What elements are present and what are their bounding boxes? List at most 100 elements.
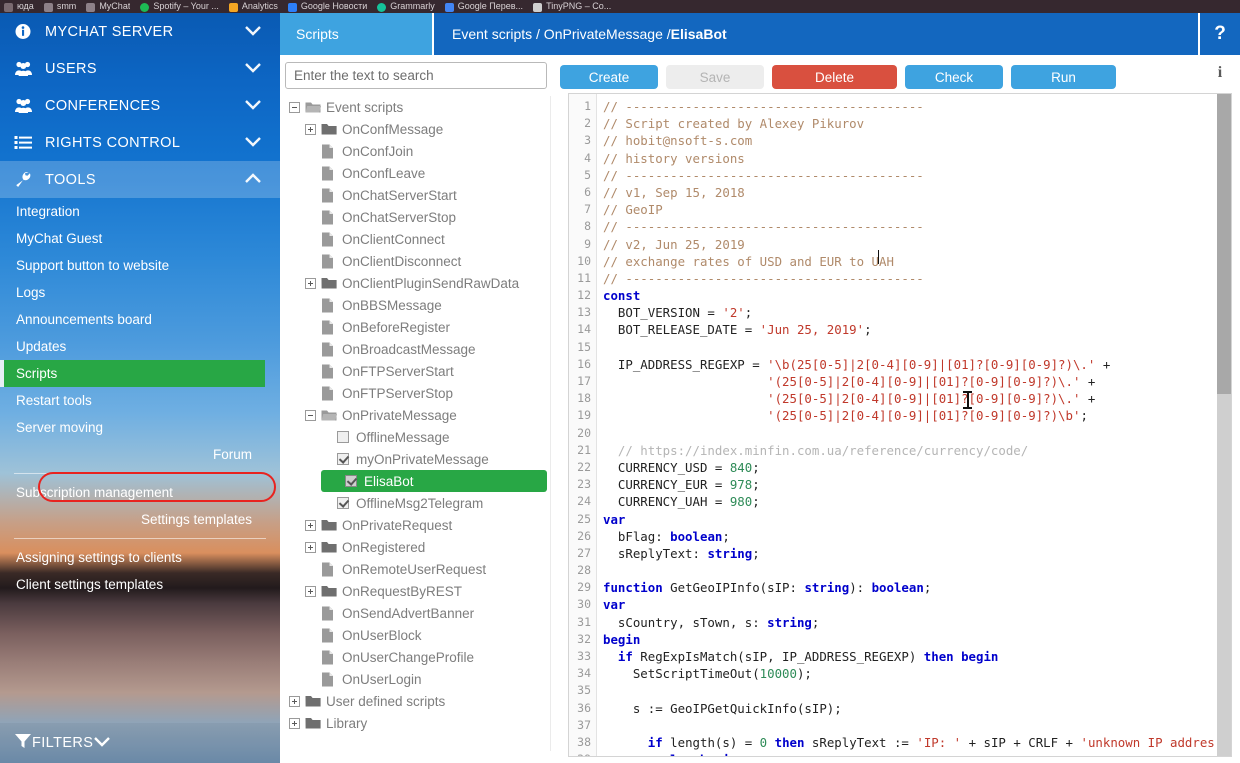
chevron-down-icon[interactable] <box>244 61 262 77</box>
tree-item-selected[interactable]: ElisaBot <box>321 470 547 492</box>
editor-scrollbar-thumb[interactable] <box>1217 94 1231 394</box>
tree-item[interactable]: Library <box>285 712 547 734</box>
help-button[interactable]: ? <box>1198 13 1240 55</box>
tree-item[interactable]: OnClientPluginSendRawData <box>285 272 547 294</box>
line-number: 31 <box>577 614 591 629</box>
tree-item[interactable]: OnRegistered <box>285 536 547 558</box>
script-tree[interactable]: Event scripts OnConfMessage OnConfJoin OnCo… <box>285 96 547 751</box>
sidebar-item-mychat-server[interactable]: MYCHAT SERVER <box>0 13 280 50</box>
tree-item[interactable]: OnConfLeave <box>285 162 547 184</box>
sidebar-subitem-restart-tools[interactable]: Restart tools <box>0 387 280 414</box>
tree-item[interactable]: OnRemoteUserRequest <box>285 558 547 580</box>
tree-item[interactable]: OnConfMessage <box>285 118 547 140</box>
browser-tab[interactable]: Spotify – Your ... <box>136 0 225 13</box>
tree-item[interactable]: OnClientConnect <box>285 228 547 250</box>
expand-icon[interactable] <box>305 541 316 553</box>
collapse-icon[interactable] <box>305 409 316 421</box>
search-input[interactable]: Enter the text to search <box>285 62 547 89</box>
tree-item[interactable]: myOnPrivateMessage <box>285 448 547 470</box>
browser-tab[interactable]: Google Новости <box>284 0 373 13</box>
sidebar-item-label: MYCHAT SERVER <box>45 23 174 40</box>
sidebar-subitem-integration[interactable]: Integration <box>0 198 280 225</box>
tree-item[interactable]: OnClientDisconnect <box>285 250 547 272</box>
sidebar-subitem-server-moving[interactable]: Server moving <box>0 414 280 441</box>
browser-tab[interactable]: smm <box>40 0 83 13</box>
sidebar-subitem-support-button-to-website[interactable]: Support button to website <box>0 252 280 279</box>
tree-item[interactable]: OnChatServerStart <box>285 184 547 206</box>
browser-tab-strip: юда smm MyChat Spotify – Your ... Analytics G… <box>0 0 1240 13</box>
chevron-down-icon[interactable] <box>244 24 262 40</box>
chevron-down-icon[interactable] <box>244 98 262 114</box>
expand-icon[interactable] <box>289 717 300 729</box>
browser-tab[interactable]: юда <box>0 0 40 13</box>
tree-item[interactable]: OfflineMessage <box>285 426 547 448</box>
run-button[interactable]: Run <box>1011 65 1116 89</box>
sidebar-subitem-announcements-board[interactable]: Announcements board <box>0 306 280 333</box>
sidebar-subitem-settings-templates[interactable]: Settings templates <box>0 506 280 533</box>
sidebar-item-conferences[interactable]: CONFERENCES <box>0 87 280 124</box>
collapse-icon[interactable] <box>289 101 300 113</box>
chevron-up-icon[interactable] <box>244 172 262 188</box>
sidebar-subitem-updates[interactable]: Updates <box>0 333 280 360</box>
chevron-down-icon[interactable] <box>244 135 262 151</box>
tree-item[interactable]: OnChatServerStop <box>285 206 547 228</box>
tree-item[interactable]: OnUserBlock <box>285 624 547 646</box>
code-line: const <box>603 287 1231 304</box>
tree-item[interactable]: OnSendAdvertBanner <box>285 602 547 624</box>
tree-item[interactable]: OnConfJoin <box>285 140 547 162</box>
sidebar-subitem-scripts[interactable]: Scripts <box>0 360 265 387</box>
sidebar-item-filters[interactable]: FILTERS <box>0 723 280 763</box>
checkbox-unchecked-icon[interactable] <box>337 431 349 443</box>
code-editor[interactable]: 1 2 3 4 5 6 7 8 9 10 11 12 13 14 15 16 17 18 19 20 21 22 23 24 2… <box>568 93 1232 757</box>
sidebar-subitem-mychat-guest[interactable]: MyChat Guest <box>0 225 280 252</box>
check-button[interactable]: Check <box>905 65 1003 89</box>
browser-tab[interactable]: Grammarly <box>373 0 441 13</box>
tree-item[interactable]: OnUserChangeProfile <box>285 646 547 668</box>
tree-item[interactable]: Event scripts <box>285 96 547 118</box>
browser-tab[interactable]: Google Перев... <box>441 0 529 13</box>
tree-item[interactable]: OnRequestByREST <box>285 580 547 602</box>
tree-item[interactable]: OnFTPServerStart <box>285 360 547 382</box>
sidebar-subitem-logs[interactable]: Logs <box>0 279 280 306</box>
tree-item[interactable]: OnBroadcastMessage <box>285 338 547 360</box>
tree-item[interactable]: OnPrivateRequest <box>285 514 547 536</box>
tree-item[interactable]: OnPrivateMessage <box>285 404 547 426</box>
tree-item[interactable]: OnUserLogin <box>285 668 547 690</box>
create-button[interactable]: Create <box>560 65 658 89</box>
tree-item[interactable]: User defined scripts <box>285 690 547 712</box>
file-icon <box>321 188 336 203</box>
sidebar-subitem-subscription-management[interactable]: Subscription management <box>0 479 280 506</box>
tree-item[interactable]: OnBBSMessage <box>285 294 547 316</box>
editor-scrollbar-track[interactable] <box>1217 94 1231 756</box>
sidebar-subitem-client-settings-templates[interactable]: Client settings templates <box>0 571 280 598</box>
browser-tab[interactable]: Analytics <box>225 0 284 13</box>
sidebar-subitem-forum[interactable]: Forum <box>0 441 280 468</box>
tree-item-label: OnChatServerStart <box>342 187 457 203</box>
expand-icon[interactable] <box>305 519 316 531</box>
tree-item[interactable]: OnBeforeRegister <box>285 316 547 338</box>
expand-icon[interactable] <box>305 585 316 597</box>
expand-icon[interactable] <box>289 695 300 707</box>
browser-tab[interactable]: MyChat <box>82 0 136 13</box>
code-token: ; <box>752 459 760 475</box>
line-number: 37 <box>577 717 591 732</box>
sidebar-item-filters-label: FILTERS <box>32 735 94 751</box>
expand-icon[interactable] <box>305 123 316 135</box>
info-icon[interactable]: i <box>1213 64 1227 82</box>
browser-tab[interactable]: TinyPNG – Co... <box>529 0 617 13</box>
checkbox-checked-icon[interactable] <box>345 475 357 487</box>
sidebar-item-tools[interactable]: TOOLS <box>0 161 280 198</box>
tree-item[interactable]: OfflineMsg2Telegram <box>285 492 547 514</box>
code-area[interactable]: // -------------------------------------… <box>597 94 1231 756</box>
tree-item[interactable]: OnFTPServerStop <box>285 382 547 404</box>
tree-scrollbar-track[interactable] <box>550 96 1109 751</box>
sidebar-item-rights-control[interactable]: RIGHTS CONTROL <box>0 124 280 161</box>
sidebar-subitem-assigning-settings-to-clients[interactable]: Assigning settings to clients <box>0 544 280 571</box>
checkbox-checked-icon[interactable] <box>337 453 349 465</box>
code-line: BOT_VERSION = '2'; <box>603 304 1231 321</box>
expand-icon[interactable] <box>305 277 316 289</box>
checkbox-checked-icon[interactable] <box>337 497 349 509</box>
delete-button[interactable]: Delete <box>772 65 897 89</box>
sidebar-item-users[interactable]: USERS <box>0 50 280 87</box>
tab-scripts[interactable]: Scripts <box>280 13 432 55</box>
